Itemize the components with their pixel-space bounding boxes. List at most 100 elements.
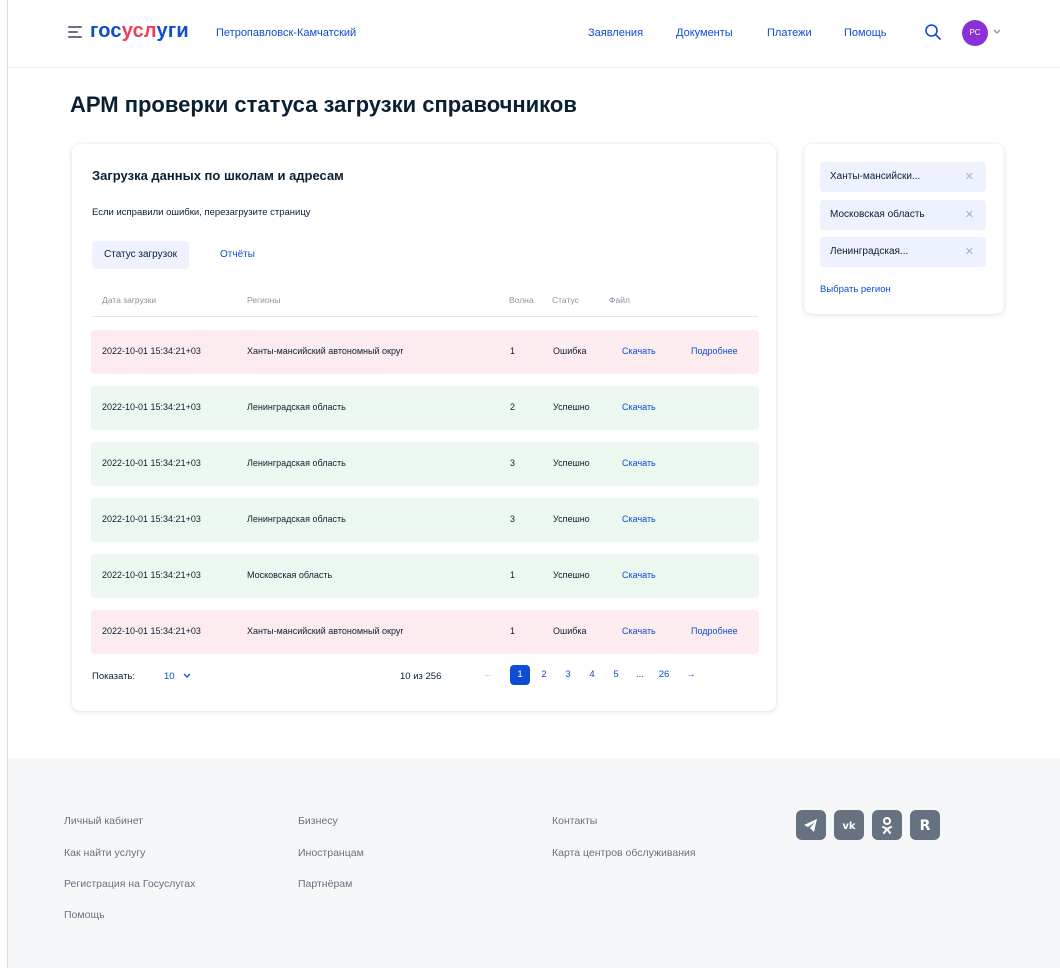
region-filter-card: Ханты-мансийски... ✕ Московская область … bbox=[804, 144, 1004, 314]
download-link[interactable]: Скачать bbox=[622, 346, 656, 356]
chevron-down-icon[interactable] bbox=[183, 673, 191, 679]
logo-part-3: уги bbox=[156, 20, 189, 42]
svg-text:R: R bbox=[920, 818, 931, 834]
cell-status: Успешно bbox=[553, 570, 590, 580]
column-header-date: Дата загрузки bbox=[102, 295, 157, 305]
cell-wave: 3 bbox=[510, 458, 516, 468]
footer-link[interactable]: Личный кабинет bbox=[64, 815, 143, 827]
cell-wave: 2 bbox=[510, 402, 516, 412]
table-row: 2022-10-01 15:34:21+03 Ханты-мансийский … bbox=[91, 330, 759, 374]
nav-help[interactable]: Помощь bbox=[844, 27, 887, 39]
uploads-card: Загрузка данных по школам и адресам Если… bbox=[72, 144, 776, 711]
chevron-down-icon[interactable] bbox=[993, 29, 1001, 35]
rutube-icon[interactable]: R bbox=[910, 810, 940, 840]
download-link[interactable]: Скачать bbox=[622, 626, 656, 636]
footer-link[interactable]: Регистрация на Госуслугах bbox=[64, 878, 195, 890]
cell-date: 2022-10-01 15:34:21+03 bbox=[102, 514, 201, 524]
close-icon[interactable]: ✕ bbox=[965, 237, 974, 267]
pagination-page[interactable]: 26 bbox=[654, 665, 674, 685]
nav-documents[interactable]: Документы bbox=[676, 27, 733, 39]
select-region-link[interactable]: Выбрать регион bbox=[820, 284, 891, 295]
pagination-page[interactable]: 2 bbox=[534, 665, 554, 685]
cell-date: 2022-10-01 15:34:21+03 bbox=[102, 458, 201, 468]
cell-region: Ленинградская область bbox=[247, 458, 346, 468]
cell-wave: 1 bbox=[510, 346, 516, 356]
cell-date: 2022-10-01 15:34:21+03 bbox=[102, 346, 201, 356]
cell-date: 2022-10-01 15:34:21+03 bbox=[102, 570, 201, 580]
pagination-page[interactable]: 3 bbox=[558, 665, 578, 685]
tab-reports[interactable]: Отчёты bbox=[220, 249, 255, 260]
close-icon[interactable]: ✕ bbox=[965, 200, 974, 230]
table-row: 2022-10-01 15:34:21+03 Ленинградская обл… bbox=[91, 386, 759, 430]
cell-region: Ленинградская область bbox=[247, 402, 346, 412]
footer-link[interactable]: Помощь bbox=[64, 909, 105, 921]
details-link[interactable]: Подробнее bbox=[691, 346, 738, 356]
region-chip-label: Ханты-мансийски... bbox=[830, 171, 921, 182]
cell-region: Московская область bbox=[247, 570, 333, 580]
cell-status: Ошибка bbox=[553, 346, 587, 356]
nav-applications[interactable]: Заявления bbox=[588, 27, 643, 39]
footer-link[interactable]: Как найти услугу bbox=[64, 847, 145, 859]
search-icon[interactable] bbox=[923, 22, 943, 42]
cell-region: Ханты-мансийский автономный округ bbox=[247, 626, 404, 636]
region-chip-label: Московская область bbox=[830, 209, 925, 220]
logo[interactable]: госуслуги bbox=[90, 20, 189, 43]
region-chip[interactable]: Ленинградская... ✕ bbox=[820, 237, 986, 267]
nav-payments[interactable]: Платежи bbox=[767, 27, 812, 39]
download-link[interactable]: Скачать bbox=[622, 514, 656, 524]
close-icon[interactable]: ✕ bbox=[965, 162, 974, 192]
region-chip[interactable]: Ханты-мансийски... ✕ bbox=[820, 162, 986, 192]
city-selector[interactable]: Петропавловск-Камчатский bbox=[216, 27, 356, 39]
details-link[interactable]: Подробнее bbox=[691, 626, 738, 636]
download-link[interactable]: Скачать bbox=[622, 402, 656, 412]
pagination-page[interactable]: 5 bbox=[606, 665, 626, 685]
cell-status: Успешно bbox=[553, 402, 590, 412]
avatar[interactable]: РС bbox=[962, 20, 988, 46]
header: госуслуги Петропавловск-Камчатский Заявл… bbox=[8, 0, 1060, 68]
pagination-prev-icon[interactable]: ← bbox=[478, 665, 498, 685]
card-subtitle: Если исправили ошибки, перезагрузите стр… bbox=[92, 207, 311, 218]
download-link[interactable]: Скачать bbox=[622, 570, 656, 580]
footer-link[interactable]: Партнёрам bbox=[298, 878, 352, 890]
table-row: 2022-10-01 15:34:21+03 Ханты-мансийский … bbox=[91, 610, 759, 654]
cell-wave: 1 bbox=[510, 626, 516, 636]
page-title: АРМ проверки статуса загрузки справочник… bbox=[70, 92, 577, 117]
column-header-file: Файл bbox=[609, 295, 630, 305]
cell-date: 2022-10-01 15:34:21+03 bbox=[102, 626, 201, 636]
pagination-range: 10 из 256 bbox=[400, 671, 442, 682]
odnoklassniki-icon[interactable] bbox=[872, 810, 902, 840]
cell-status: Ошибка bbox=[553, 626, 587, 636]
region-chip[interactable]: Московская область ✕ bbox=[820, 200, 986, 230]
cell-status: Успешно bbox=[553, 514, 590, 524]
table-row: 2022-10-01 15:34:21+03 Ленинградская обл… bbox=[91, 498, 759, 542]
cell-wave: 1 bbox=[510, 570, 516, 580]
vk-icon[interactable]: vk bbox=[834, 810, 864, 840]
page-left-border bbox=[0, 0, 8, 968]
cell-region: Ханты-мансийский автономный округ bbox=[247, 346, 404, 356]
table-header-divider bbox=[92, 316, 758, 317]
download-link[interactable]: Скачать bbox=[622, 458, 656, 468]
card-title: Загрузка данных по школам и адресам bbox=[92, 168, 344, 183]
pagination-page[interactable]: 4 bbox=[582, 665, 602, 685]
page-size-select[interactable]: 10 bbox=[164, 671, 175, 682]
footer-link[interactable]: Карта центров обслуживания bbox=[552, 847, 696, 859]
footer-link[interactable]: Бизнесу bbox=[298, 815, 338, 827]
tab-upload-status[interactable]: Статус загрузок bbox=[92, 241, 190, 269]
cell-region: Ленинградская область bbox=[247, 514, 346, 524]
cell-status: Успешно bbox=[553, 458, 590, 468]
telegram-icon[interactable] bbox=[796, 810, 826, 840]
footer-link[interactable]: Контакты bbox=[552, 815, 597, 827]
region-chip-label: Ленинградская... bbox=[830, 246, 909, 257]
pagination-next-icon[interactable]: → bbox=[681, 665, 701, 685]
pagination-page[interactable]: 1 bbox=[510, 665, 530, 685]
logo-part-2: усл bbox=[121, 20, 157, 42]
page-size-label: Показать: bbox=[92, 671, 136, 682]
menu-icon[interactable] bbox=[68, 26, 82, 38]
footer bbox=[8, 758, 1060, 968]
svg-text:vk: vk bbox=[842, 821, 856, 832]
cell-wave: 3 bbox=[510, 514, 516, 524]
logo-part-1: гос bbox=[90, 20, 122, 42]
cell-date: 2022-10-01 15:34:21+03 bbox=[102, 402, 201, 412]
table-row: 2022-10-01 15:34:21+03 Ленинградская обл… bbox=[91, 442, 759, 486]
footer-link[interactable]: Иностранцам bbox=[298, 847, 364, 859]
